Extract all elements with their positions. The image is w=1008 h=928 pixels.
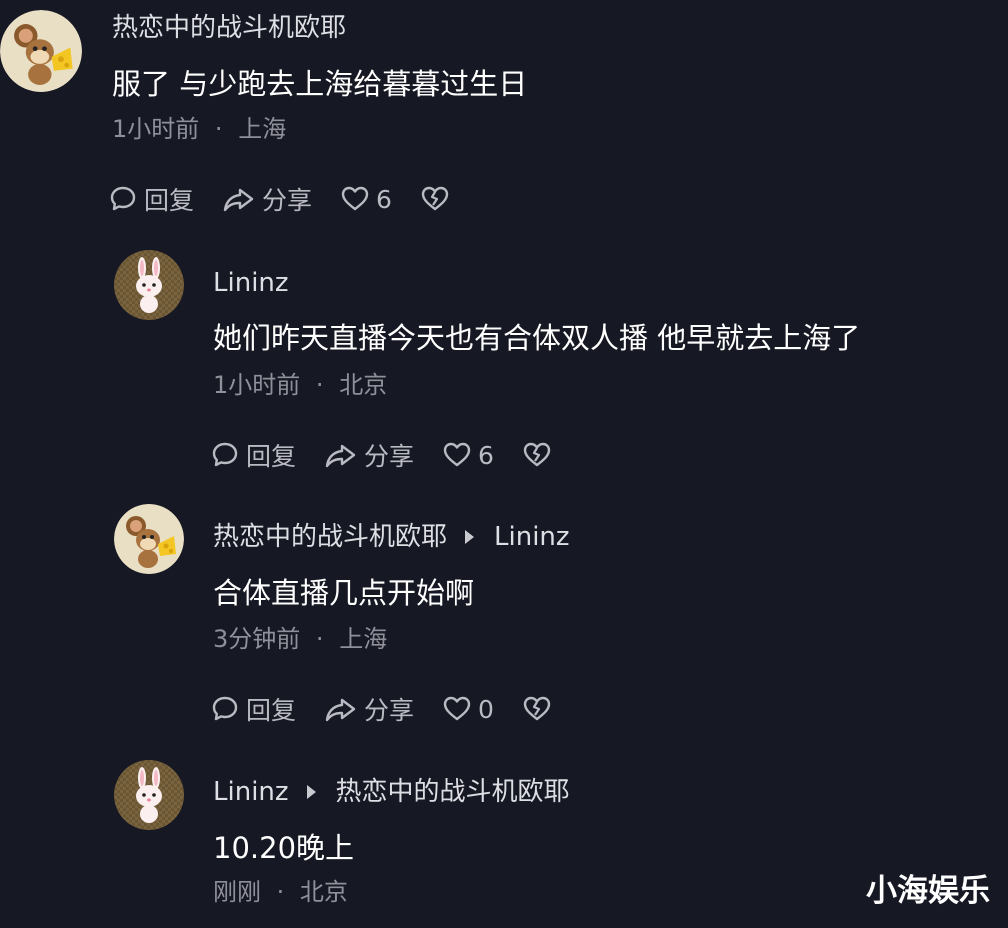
comment-location: 上海	[238, 115, 287, 143]
avatar[interactable]	[114, 250, 184, 320]
meta-separator: ·	[315, 625, 324, 653]
meta-separator: ·	[315, 371, 324, 399]
like-button[interactable]: 0	[442, 695, 494, 724]
comment-meta: 1小时前 · 上海	[112, 114, 286, 144]
share-label: 分享	[364, 442, 415, 471]
broken-heart-icon	[523, 442, 551, 467]
dislike-button[interactable]	[522, 441, 558, 469]
username-text[interactable]: 热恋中的战斗机欧耶	[213, 522, 447, 552]
avatar[interactable]	[114, 504, 184, 574]
reply-arrow-icon	[306, 785, 316, 799]
comment-bubble-icon	[212, 696, 238, 721]
mouse-cheese-avatar-icon	[114, 504, 184, 574]
broken-heart-icon	[421, 186, 449, 211]
comment-time: 3分钟前	[213, 625, 301, 653]
meta-separator: ·	[214, 115, 223, 143]
comment-time: 1小时前	[112, 115, 200, 143]
comment-actions: 回复 分享 6	[212, 437, 586, 473]
comment-username[interactable]: Lininz 热恋中的战斗机欧耶	[213, 777, 570, 807]
share-label: 分享	[262, 186, 313, 215]
username-text[interactable]: Lininz	[213, 268, 289, 298]
comment-location: 北京	[339, 371, 388, 399]
comment-text: 合体直播几点开始啊	[213, 576, 475, 610]
comment-location: 上海	[339, 625, 388, 653]
mouse-cheese-avatar-icon	[0, 10, 82, 92]
comment-actions: 回复 分享 0	[212, 691, 586, 727]
like-button[interactable]: 6	[442, 441, 494, 470]
avatar[interactable]	[0, 10, 82, 92]
comment-meta: 1小时前 · 北京	[213, 370, 387, 400]
comment-username[interactable]: Lininz	[213, 268, 289, 298]
heart-icon	[443, 696, 471, 721]
reply-button[interactable]: 回复	[110, 181, 194, 217]
comment-actions: 回复 分享 6	[110, 181, 484, 217]
share-button[interactable]: 分享	[222, 181, 312, 217]
heart-icon	[443, 442, 471, 467]
share-button[interactable]: 分享	[324, 437, 414, 473]
username-text[interactable]: Lininz	[213, 777, 289, 807]
dislike-button[interactable]	[522, 695, 558, 723]
reply-button[interactable]: 回复	[212, 691, 296, 727]
avatar[interactable]	[114, 760, 184, 830]
meta-separator: ·	[276, 878, 285, 906]
share-label: 分享	[364, 696, 415, 725]
bunny-avatar-icon	[114, 760, 184, 830]
like-count: 6	[478, 440, 494, 470]
comment-time: 1小时前	[213, 371, 301, 399]
comment-meta: 3分钟前 · 上海	[213, 624, 387, 654]
comment-meta: 刚刚 · 北京	[213, 877, 348, 907]
reply-to-username[interactable]: 热恋中的战斗机欧耶	[336, 777, 570, 807]
like-button[interactable]: 6	[340, 185, 392, 214]
comment-text: 她们昨天直播今天也有合体双人播 他早就去上海了	[213, 321, 861, 355]
broken-heart-icon	[523, 696, 551, 721]
like-count: 0	[478, 694, 494, 724]
comment-bubble-icon	[110, 186, 136, 211]
comment-bubble-icon	[212, 442, 238, 467]
share-arrow-icon	[325, 444, 356, 468]
username-text[interactable]: 热恋中的战斗机欧耶	[112, 13, 346, 43]
reply-arrow-icon	[465, 530, 475, 544]
dislike-button[interactable]	[420, 185, 456, 213]
comment-text: 10.20晚上	[213, 831, 355, 865]
share-arrow-icon	[223, 188, 254, 212]
comment-username[interactable]: 热恋中的战斗机欧耶 Lininz	[213, 522, 570, 552]
share-button[interactable]: 分享	[324, 691, 414, 727]
reply-button[interactable]: 回复	[212, 437, 296, 473]
reply-label: 回复	[144, 186, 195, 215]
watermark: 小海娱乐	[866, 873, 990, 909]
bunny-avatar-icon	[114, 250, 184, 320]
reply-label: 回复	[246, 442, 297, 471]
reply-to-username[interactable]: Lininz	[494, 522, 570, 552]
reply-label: 回复	[246, 696, 297, 725]
comment-text: 服了 与少跑去上海给暮暮过生日	[112, 67, 528, 101]
comment-time: 刚刚	[213, 878, 261, 906]
share-arrow-icon	[325, 698, 356, 722]
like-count: 6	[376, 184, 392, 214]
comment-location: 北京	[299, 878, 348, 906]
heart-icon	[341, 186, 369, 211]
comment-username[interactable]: 热恋中的战斗机欧耶	[112, 13, 346, 43]
